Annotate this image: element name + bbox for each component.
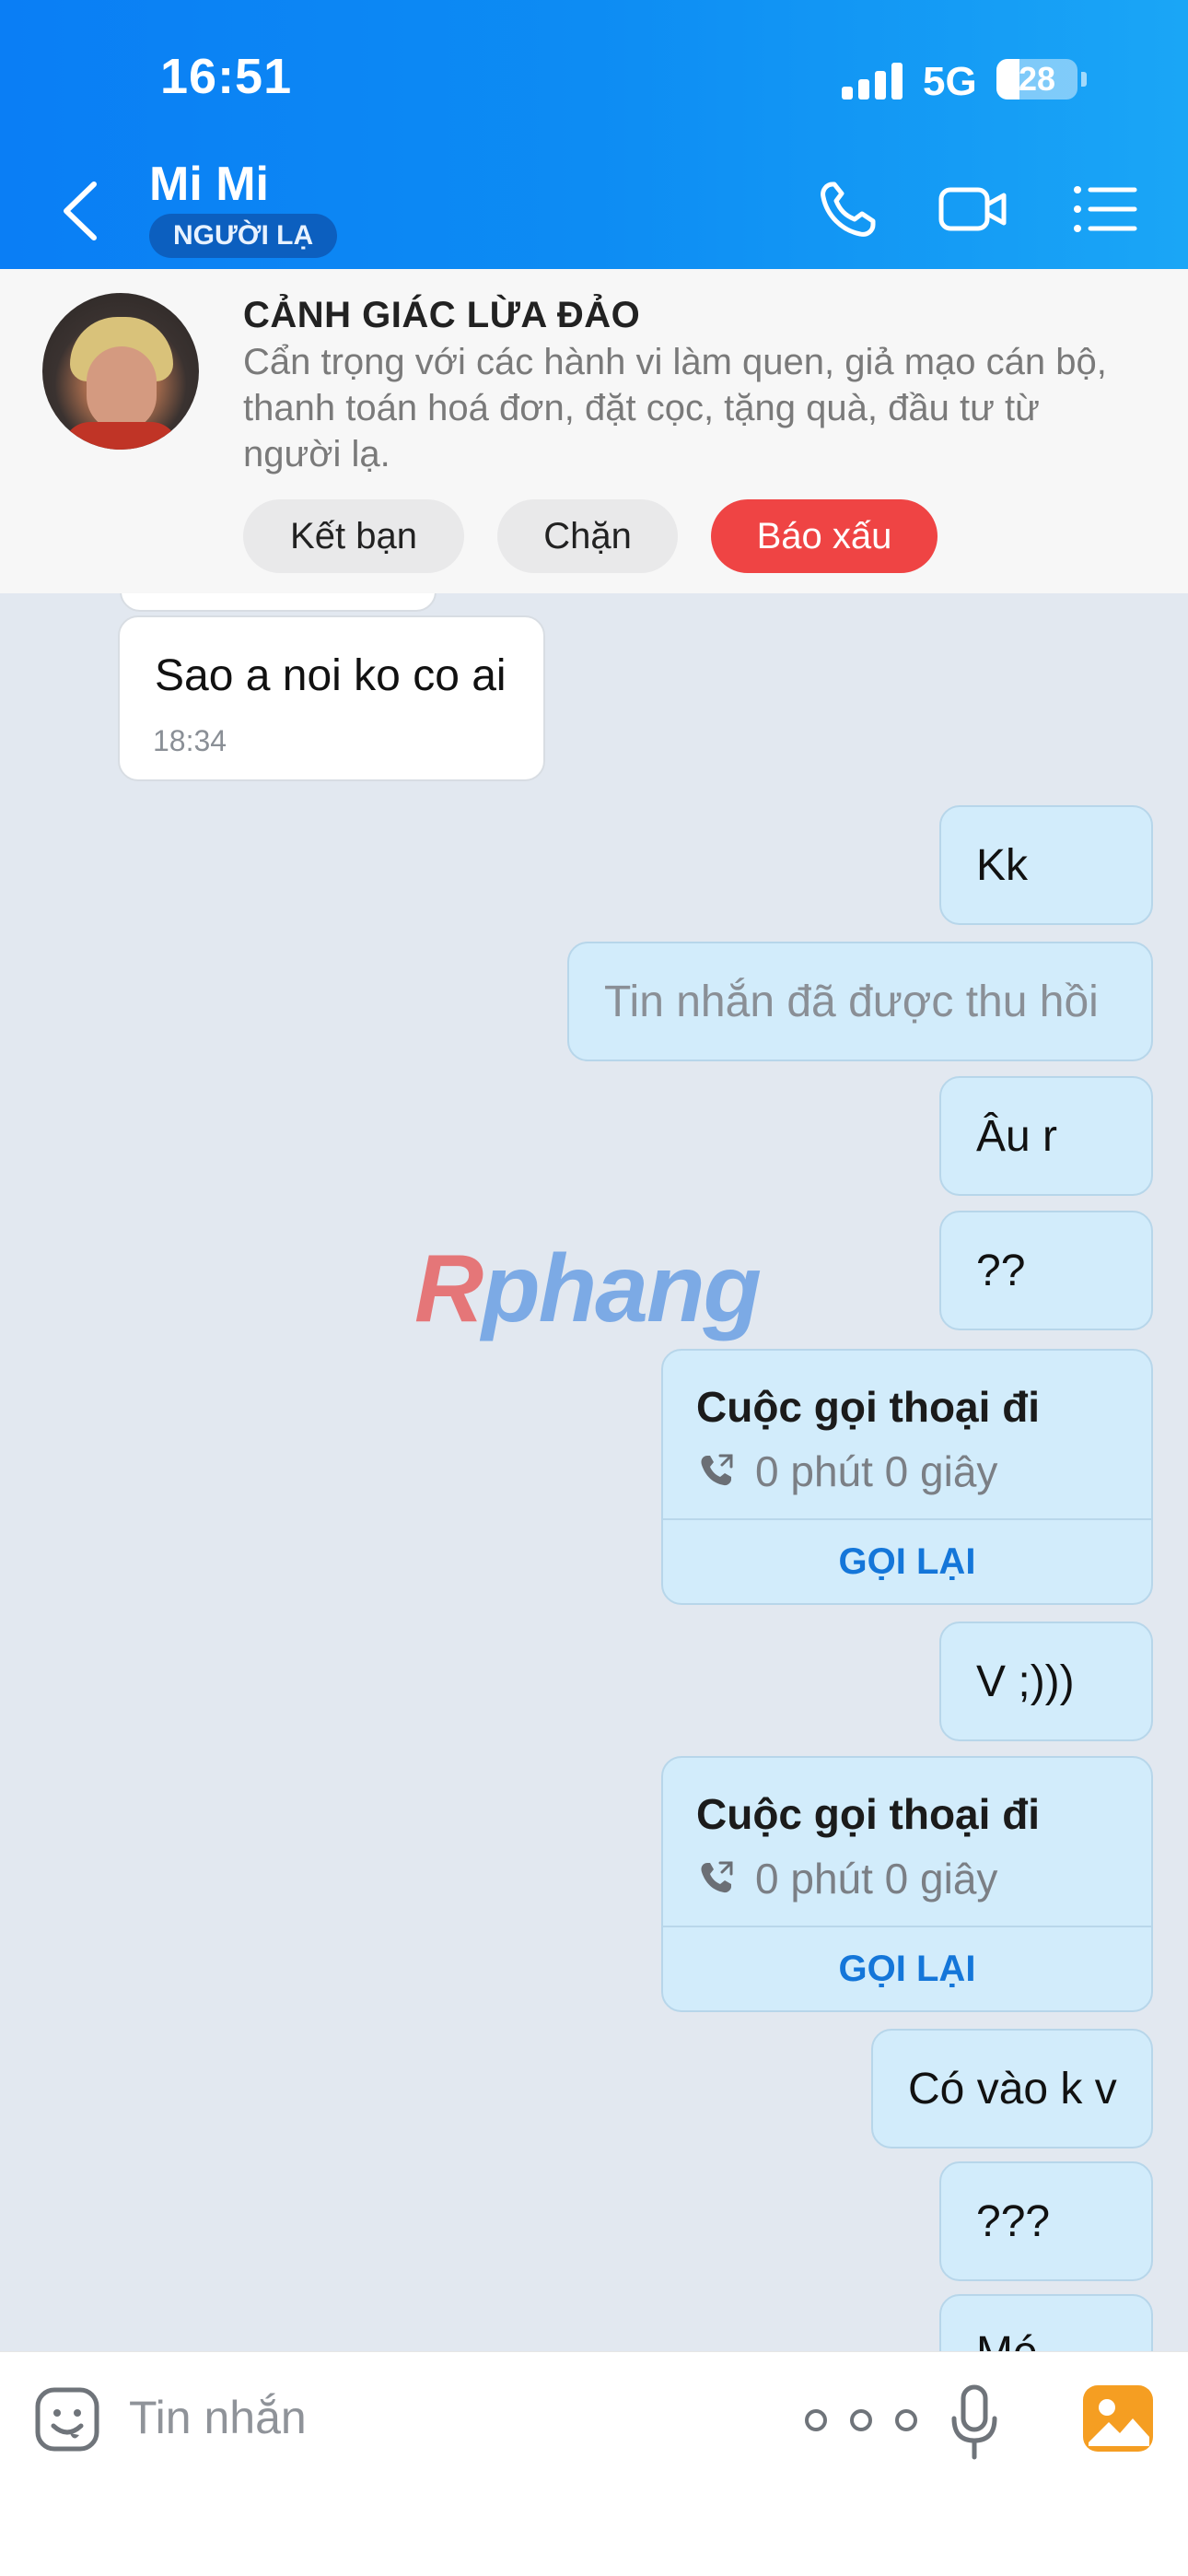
chat-header: 16:51 5G 28 Mi Mi NGƯỜI LẠ — [0, 0, 1188, 269]
battery-icon: 28 — [996, 59, 1077, 100]
outgoing-message[interactable]: Kk — [939, 805, 1153, 925]
report-button[interactable]: Báo xấu — [711, 499, 938, 573]
phone-icon[interactable] — [814, 177, 888, 241]
outgoing-message[interactable]: V ;))) — [939, 1622, 1153, 1741]
outgoing-message[interactable]: Có vào k v — [871, 2029, 1153, 2149]
outgoing-call-card[interactable]: Cuộc gọi thoại đi 0 phút 0 giây GỌI LẠI — [661, 1349, 1153, 1605]
watermark-logo: Rphang — [414, 1235, 762, 1342]
outgoing-message-partial[interactable]: Mé — [939, 2294, 1153, 2351]
avatar[interactable] — [42, 293, 199, 450]
battery-level: 28 — [1018, 60, 1056, 98]
call-title: Cuộc gọi thoại đi — [696, 1790, 1041, 1838]
message-text: ?? — [976, 1247, 1026, 1295]
message-list[interactable]: Sao a noi ko co ai 18:34 Kk Tin nhắn đã … — [0, 593, 1188, 2351]
scam-warning-banner: CẢNH GIÁC LỪA ĐẢO Cẩn trọng với các hành… — [0, 269, 1188, 593]
stranger-badge: NGƯỜI LẠ — [149, 214, 338, 258]
call-duration: 0 phút 0 giây — [755, 1855, 998, 1903]
warning-text: Cẩn trọng với các hành vi làm quen, giả … — [243, 342, 1107, 474]
video-camera-icon[interactable] — [936, 177, 1009, 241]
emoji-sticker-icon[interactable] — [33, 2385, 101, 2453]
warning-title: CẢNH GIÁC LỪA ĐẢO — [243, 295, 641, 335]
message-text: Sao a noi ko co ai — [155, 651, 507, 700]
add-friend-button[interactable]: Kết bạn — [243, 499, 464, 573]
outgoing-message[interactable]: Âu r — [939, 1076, 1153, 1196]
message-text: Mé — [976, 2327, 1038, 2351]
message-text: Có vào k v — [908, 2065, 1117, 2113]
message-input[interactable]: Tin nhắn — [129, 2391, 307, 2444]
network-type: 5G — [923, 59, 977, 104]
message-composer: Tin nhắn — [0, 2351, 1188, 2576]
message-text: V ;))) — [976, 1657, 1075, 1706]
message-text: Âu r — [976, 1112, 1058, 1161]
recalled-message[interactable]: Tin nhắn đã được thu hồi — [567, 942, 1153, 1061]
more-dots-icon[interactable] — [801, 2407, 921, 2433]
contact-name[interactable]: Mi Mi — [149, 157, 269, 212]
microphone-icon[interactable] — [949, 2383, 1000, 2461]
message-bubble-partial — [120, 593, 437, 612]
outgoing-message[interactable]: ??? — [939, 2161, 1153, 2281]
outgoing-call-card[interactable]: Cuộc gọi thoại đi 0 phút 0 giây GỌI LẠI — [661, 1756, 1153, 2012]
outgoing-call-icon — [701, 1861, 733, 1893]
outgoing-message[interactable]: ?? — [939, 1211, 1153, 1330]
message-text: Tin nhắn đã được thu hồi — [604, 978, 1099, 1026]
block-button[interactable]: Chặn — [497, 499, 678, 573]
menu-list-icon[interactable] — [1068, 177, 1142, 241]
back-icon[interactable] — [57, 179, 103, 243]
image-gallery-icon[interactable] — [1083, 2385, 1153, 2452]
status-time: 16:51 — [160, 49, 293, 104]
message-text: ??? — [976, 2197, 1051, 2246]
call-back-button[interactable]: GỌI LẠI — [663, 1520, 1151, 1603]
message-time: 18:34 — [153, 724, 227, 757]
incoming-message[interactable]: Sao a noi ko co ai 18:34 — [118, 615, 545, 781]
message-text: Kk — [976, 841, 1029, 890]
call-duration: 0 phút 0 giây — [755, 1447, 998, 1495]
call-title: Cuộc gọi thoại đi — [696, 1383, 1041, 1431]
battery-cap — [1081, 72, 1087, 87]
cellular-signal-icon — [842, 63, 904, 100]
outgoing-call-icon — [701, 1454, 733, 1486]
call-back-button[interactable]: GỌI LẠI — [663, 1927, 1151, 2010]
